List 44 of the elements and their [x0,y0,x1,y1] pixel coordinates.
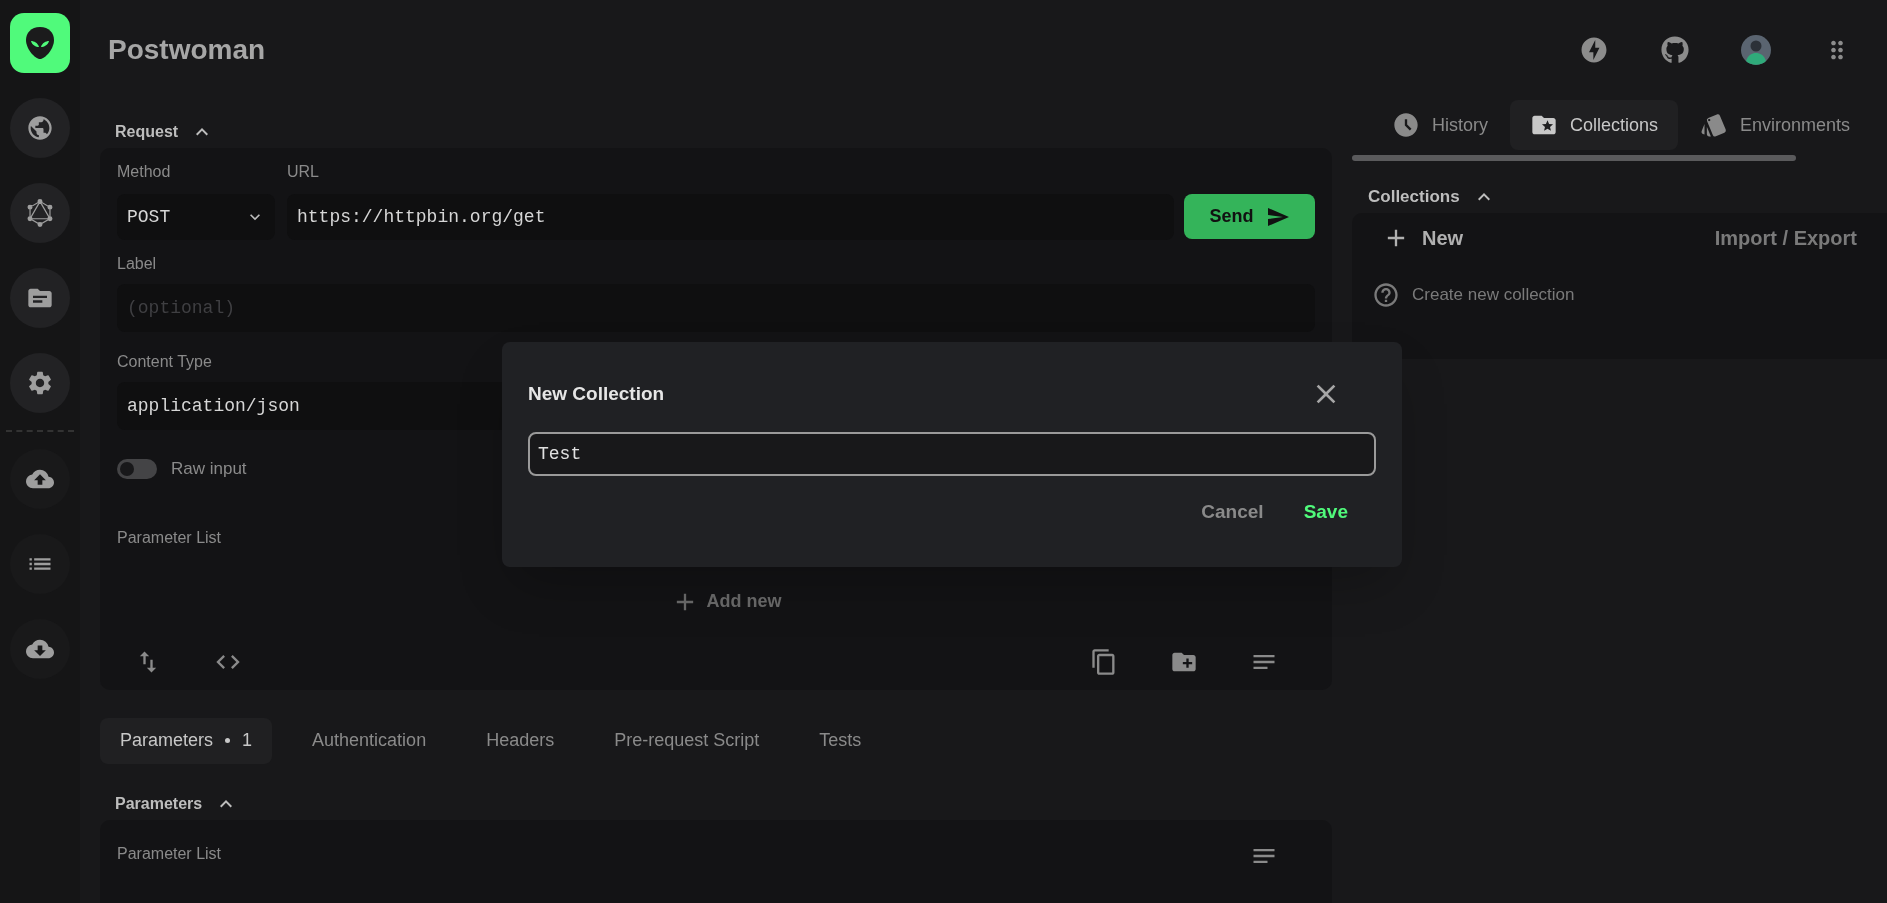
section-title: Request [115,122,179,142]
hint-text: Create new collection [1412,284,1575,307]
sidebar-tab[interactable]: Environments [1680,100,1871,150]
tab[interactable]: Parameters 1 [100,717,273,764]
field-label: Parameter List [117,527,222,548]
field-label: URL [287,162,319,182]
save-button[interactable]: Save [1303,498,1348,527]
field-label: Parameter List [117,843,222,864]
add-new-button[interactable]: Add new [670,587,782,616]
collection-name-field[interactable]: Test [528,432,1376,476]
toggle-label: Raw input [171,458,247,480]
alien-icon [25,26,55,60]
clock-icon [1392,111,1420,139]
tab[interactable]: Headers [466,717,575,764]
graph-icon [26,199,54,227]
sidebar-tab[interactable]: History [1372,100,1508,150]
section-title: Collections [1368,186,1460,209]
globe-icon [26,114,54,142]
url-field[interactable]: https://httpbin.org/get [287,194,1174,240]
avatar[interactable] [1741,35,1771,65]
app-title: Postwoman [108,33,266,67]
copy-icon[interactable] [1090,647,1118,676]
help-icon[interactable] [1372,281,1400,309]
tab[interactable]: Authentication [292,717,447,764]
cards-icon [1700,111,1729,139]
import-export-button[interactable]: Import / Export [1714,223,1857,253]
send-button[interactable]: Send [1184,194,1315,239]
method-select[interactable]: POST [117,194,275,240]
github-icon[interactable] [1661,36,1689,64]
sidebar-tab[interactable]: Collections [1510,100,1679,150]
tab[interactable]: Tests [799,717,882,764]
section-title: Parameters [115,793,203,814]
field-label: Method [117,162,171,182]
bolt-icon[interactable] [1579,35,1609,65]
field-label: Label [117,254,157,274]
app-logo[interactable] [10,13,70,73]
new-collection-button[interactable]: New [1382,223,1464,253]
raw-input-toggle[interactable] [117,458,157,479]
tab[interactable]: Pre-request Script [594,717,780,764]
field-label: Content Type [117,352,212,372]
settings-icon [26,369,54,397]
dialog-title: New Collection [528,381,665,406]
tab-count: 1 [242,729,253,752]
cancel-button[interactable]: Cancel [1201,498,1264,527]
